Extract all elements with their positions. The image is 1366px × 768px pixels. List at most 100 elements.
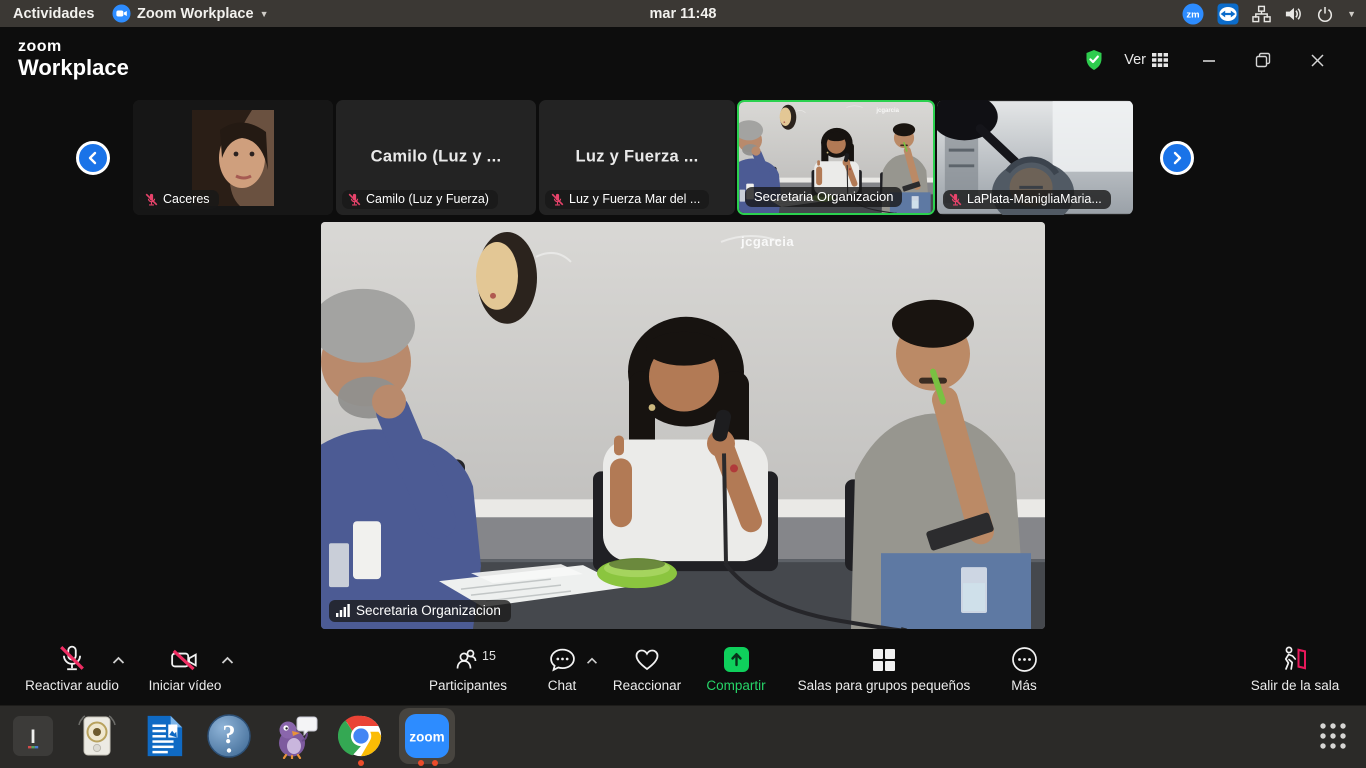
dock-item-libreoffice-writer[interactable]	[138, 711, 188, 761]
svg-text:zm: zm	[1186, 9, 1199, 20]
view-button[interactable]: Ver	[1124, 52, 1168, 68]
teamviewer-tray-icon[interactable]	[1217, 3, 1239, 25]
start-video-label: Iniciar vídeo	[149, 678, 222, 693]
clock-menu[interactable]: mar 11:48	[650, 0, 717, 27]
breakout-rooms-icon	[871, 647, 897, 673]
volume-icon	[1284, 5, 1303, 23]
chrome-icon	[338, 713, 384, 759]
zoom-workplace-logo: zoom Workplace	[18, 39, 129, 79]
participant-name-pill: Luz y Fuerza Mar del ...	[545, 190, 709, 209]
participants-icon	[454, 647, 482, 673]
dock-item-input-switcher[interactable]: I	[8, 711, 58, 761]
desktop: Actividades Zoom Workplace ▼ mar 11:48 z…	[0, 0, 1366, 768]
leave-meeting-button[interactable]: Salir de la sala	[1215, 645, 1366, 693]
main-video-scene	[321, 222, 1045, 629]
chevron-down-icon: ▼	[1347, 9, 1356, 19]
participant-tile-caceres[interactable]: Caceres	[133, 100, 333, 215]
mic-muted-icon	[949, 193, 962, 206]
svg-text:zoom: zoom	[409, 730, 444, 745]
chrome-running-dot	[358, 760, 364, 766]
help-icon: ?	[206, 713, 252, 759]
zoom-running-dot	[432, 760, 438, 766]
app-grid-icon	[1316, 719, 1350, 753]
share-label: Compartir	[706, 678, 765, 693]
activities-label: Actividades	[13, 6, 94, 22]
speaker-icon	[74, 713, 120, 759]
restore-button[interactable]	[1248, 46, 1278, 74]
pidgin-icon	[272, 713, 318, 759]
chevron-down-icon: ▼	[260, 9, 269, 19]
input-i-icon: I	[11, 714, 55, 758]
main-video: jcgarcia Secretaria Organizacion	[321, 222, 1045, 629]
dock-item-pidgin[interactable]	[270, 711, 320, 761]
view-label: Ver	[1124, 52, 1146, 68]
more-button[interactable]: Más	[944, 645, 1104, 693]
participant-tile-luzyfuerza[interactable]: Luz y Fuerza ... Luz y Fuerza Mar del ..…	[539, 100, 735, 215]
video-options-button[interactable]	[221, 652, 234, 670]
mic-muted-icon	[59, 645, 85, 673]
chat-icon	[549, 647, 576, 673]
svg-text:?: ?	[223, 720, 236, 749]
power-icon	[1316, 5, 1334, 23]
active-speaker-pill: Secretaria Organizacion	[329, 600, 511, 622]
dock-item-help[interactable]: ?	[204, 711, 254, 761]
dock-item-audio-app[interactable]	[72, 711, 122, 761]
dock-item-chrome[interactable]	[336, 711, 386, 761]
active-speaker-name: Secretaria Organizacion	[356, 603, 501, 618]
zoom-running-dot	[418, 760, 424, 766]
heart-icon	[633, 647, 661, 673]
writer-icon	[140, 713, 186, 759]
system-top-bar: Actividades Zoom Workplace ▼ mar 11:48 z…	[0, 0, 1366, 27]
close-button[interactable]	[1302, 46, 1332, 74]
dock-item-zoom[interactable]: zoom	[402, 711, 452, 761]
zoom-app-icon: zoom	[403, 712, 451, 760]
share-screen-icon	[723, 646, 750, 673]
video-watermark: jcgarcia	[876, 108, 899, 114]
participant-name-pill: Caceres	[139, 190, 219, 209]
audio-level-icon	[336, 604, 350, 617]
filmstrip-prev-button[interactable]	[76, 141, 110, 175]
clock-label: mar 11:48	[650, 6, 717, 22]
view-grid-icon	[1152, 53, 1168, 67]
chat-label: Chat	[548, 678, 577, 693]
leave-meeting-label: Salir de la sala	[1251, 678, 1340, 693]
minimize-button[interactable]	[1194, 46, 1224, 74]
participants-label: Participantes	[429, 678, 507, 693]
activities-button[interactable]: Actividades	[13, 0, 94, 27]
show-apps-button[interactable]	[1308, 711, 1358, 761]
system-tray[interactable]: zm	[1182, 0, 1356, 27]
app-indicator-menu[interactable]: Zoom Workplace ▼	[112, 0, 268, 27]
zoom-tray-icon[interactable]: zm	[1182, 3, 1204, 25]
more-icon	[1011, 646, 1038, 673]
chevron-left-icon	[86, 151, 100, 165]
participant-tile-secretaria-active[interactable]: jcgarcia Secretaria Organizacion	[737, 100, 935, 215]
unmute-label: Reactivar audio	[25, 678, 119, 693]
video-watermark: jcgarcia	[741, 234, 794, 249]
participant-name-pill: LaPlata-ManigliaMaria...	[943, 190, 1111, 209]
participant-name: Camilo (Luz y Fuerza)	[366, 192, 489, 206]
mic-muted-icon	[551, 193, 564, 206]
leave-room-icon	[1280, 645, 1310, 673]
participant-name-pill: Camilo (Luz y Fuerza)	[342, 190, 498, 209]
share-button[interactable]: Compartir	[676, 645, 796, 693]
participant-display-name: Luz y Fuerza ...	[539, 147, 735, 166]
brand-workplace: Workplace	[18, 57, 129, 79]
audio-options-button[interactable]	[112, 652, 125, 670]
mic-muted-icon	[145, 193, 158, 206]
network-icon	[1252, 5, 1271, 23]
participant-display-name: Camilo (Luz y ...	[336, 147, 536, 166]
participant-name: Caceres	[163, 192, 210, 206]
participant-name-pill: Secretaria Organizacion	[745, 187, 902, 207]
mic-muted-icon	[348, 193, 361, 206]
participant-tile-laplata[interactable]: LaPlata-ManigliaMaria...	[937, 100, 1133, 215]
camera-muted-icon	[170, 647, 200, 673]
filmstrip-next-button[interactable]	[1160, 141, 1194, 175]
participants-count: 15	[482, 649, 496, 663]
window-controls: Ver	[1084, 46, 1332, 74]
participant-name: Luz y Fuerza Mar del ...	[569, 192, 700, 206]
security-shield-icon[interactable]	[1084, 49, 1104, 71]
participant-name: Secretaria Organizacion	[754, 189, 893, 204]
svg-text:I: I	[30, 727, 35, 748]
participant-tile-camilo[interactable]: Camilo (Luz y ... Camilo (Luz y Fuerza)	[336, 100, 536, 215]
more-label: Más	[1011, 678, 1037, 693]
